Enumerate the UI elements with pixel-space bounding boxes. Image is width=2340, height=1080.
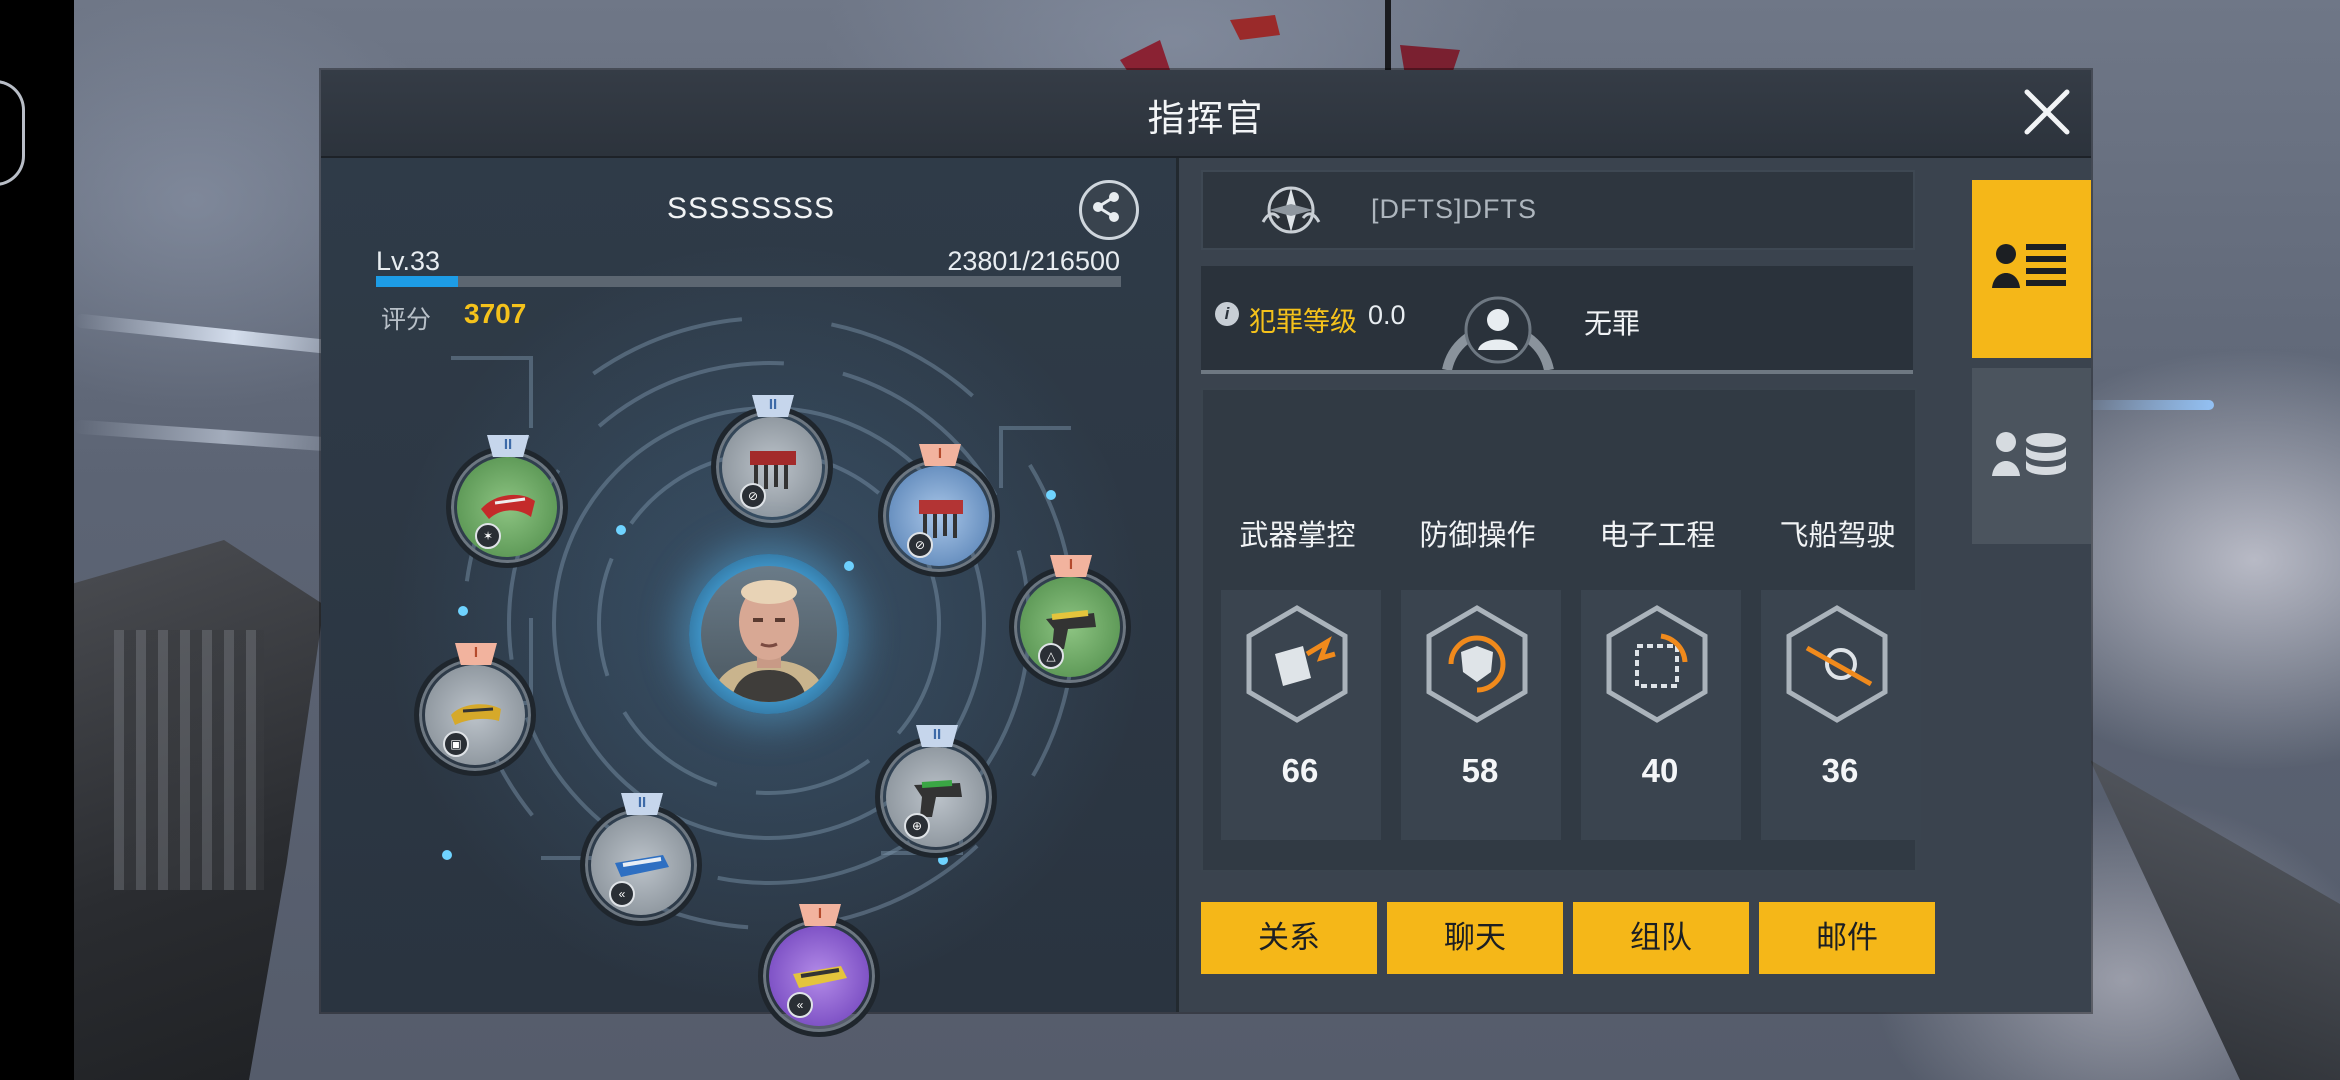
skill-electronics[interactable]: 电子工程 40 [1575,390,1741,870]
module-slot[interactable]: I ▣ [414,643,536,776]
piloting-skill-icon [1786,605,1888,723]
skill-value: 36 [1821,752,1859,789]
skill-value: 40 [1641,752,1679,789]
module-slot[interactable]: II ⊕ [875,725,997,858]
skill-label: 武器掌控 [1239,520,1356,552]
screen-edge [0,0,74,1080]
module-slot[interactable]: II ⊘ [711,395,833,528]
module-tier-badge: II [621,793,663,815]
module-tier-badge: II [916,725,958,747]
skill-label: 电子工程 [1599,520,1716,552]
profile-database-icon [1992,432,2066,476]
crime-level-row: i 犯罪等级 0.0 无罪 [1201,266,1913,374]
exp-bar [376,276,1121,287]
commander-dialog: 指挥官 SSSSSSSS Lv.33 23801/216500 评分 3707 … [321,70,2091,1037]
guild-emblem-icon [1261,186,1321,234]
dialog-title: 指挥官 [1147,98,1265,139]
crime-level-value: 0.0 [1368,300,1406,330]
commander-portrait[interactable] [689,554,849,714]
module-tier-badge: I [919,444,961,466]
module-slot[interactable]: II ✶ [446,435,568,568]
title-bar: 指挥官 [321,70,2091,158]
crime-status-text: 无罪 [1584,308,1641,339]
guild-row[interactable]: [DFTS]DFTS [1201,170,1915,250]
guild-name: [DFTS]DFTS [1371,194,1537,224]
skill-piloting[interactable]: 飞船驾驶 36 [1755,390,1921,870]
chat-button[interactable]: 聊天 [1387,902,1563,974]
light-beam [2074,400,2214,410]
electronics-skill-icon [1606,605,1708,723]
edge-hex-outline [0,80,25,186]
commander-profile-panel: SSSSSSSS Lv.33 23801/216500 评分 3707 II ✶… [321,158,1179,1037]
module-tier-badge: I [455,643,497,665]
weapon-skill-icon [1246,605,1348,723]
module-tier-badge: I [799,904,841,926]
score-label: 评分 [381,306,432,334]
module-tier-badge: I [1050,555,1092,577]
team-button[interactable]: 组队 [1573,902,1749,974]
module-type-icon: ⊕ [904,813,930,839]
skill-weapon[interactable]: 武器掌控 66 [1215,390,1381,870]
exp-label: 23801/216500 [947,246,1120,276]
skill-defense[interactable]: 防御操作 58 [1395,390,1561,870]
module-type-icon: « [609,881,635,907]
skill-value: 66 [1281,752,1319,789]
share-icon[interactable] [1079,180,1139,240]
crime-level-label: 犯罪等级 [1249,307,1357,337]
mail-button[interactable]: 邮件 [1759,902,1935,974]
module-type-icon: ✶ [475,523,501,549]
module-type-icon: « [787,992,813,1018]
info-icon[interactable]: i [1215,302,1239,326]
commander-detail-panel: [DFTS]DFTS i 犯罪等级 0.0 无罪 武器掌控 66 防御操作 58… [1201,170,1935,1000]
close-icon[interactable] [2019,84,2075,140]
skill-label: 防御操作 [1419,520,1536,552]
player-name: SSSSSSSS [666,192,836,225]
level-label: Lv.33 [376,246,441,276]
defense-skill-icon [1426,605,1528,723]
skill-value: 58 [1461,752,1499,789]
module-slot[interactable]: I △ [1009,555,1131,688]
exp-bar-fill [376,276,458,287]
commander-avatar [701,566,837,702]
tab-profile[interactable] [1972,180,2091,358]
module-slot[interactable]: I ⊘ [878,444,1000,577]
skill-label: 飞船驾驶 [1779,520,1896,552]
module-type-icon: ⊘ [740,483,766,509]
crime-status-icon [1442,296,1554,370]
profile-list-icon [1992,244,2066,288]
module-type-icon: △ [1038,643,1064,669]
relations-button[interactable]: 关系 [1201,902,1377,974]
module-tier-badge: II [752,395,794,417]
module-tier-badge: II [487,435,529,457]
module-slot[interactable]: I « [758,904,880,1037]
score-value: 3707 [464,298,527,329]
tab-resources[interactable] [1972,368,2091,544]
module-type-icon: ⊘ [907,532,933,558]
module-type-icon: ▣ [443,731,469,757]
module-slot[interactable]: II « [580,793,702,926]
skills-panel: 武器掌控 66 防御操作 58 电子工程 40 飞船驾驶 36 [1201,388,1921,872]
